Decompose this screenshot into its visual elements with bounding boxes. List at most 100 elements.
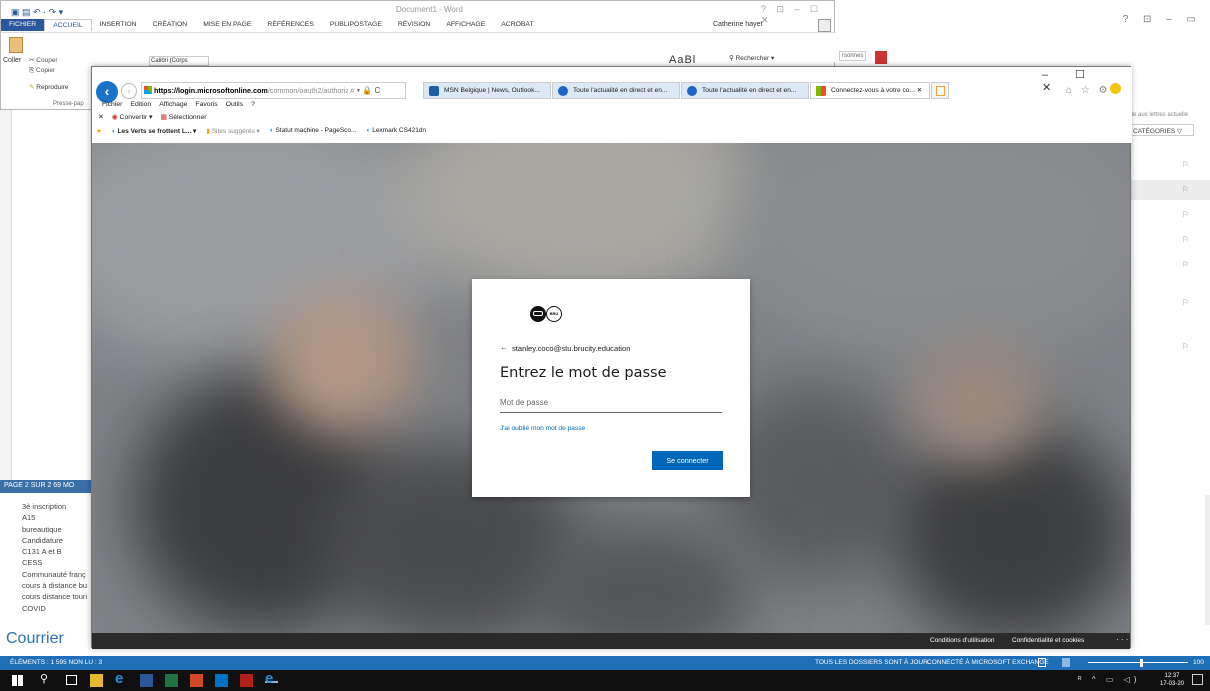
task-view-icon[interactable] xyxy=(66,675,77,685)
outlook-icon[interactable] xyxy=(215,674,228,687)
menu-item[interactable]: Affichage xyxy=(159,101,187,108)
password-field[interactable] xyxy=(500,393,722,413)
coller-button[interactable]: Coller xyxy=(3,57,21,64)
tab-label: Connectez-vous à votre co... ✕ xyxy=(831,87,923,94)
ribbon-tab[interactable]: PUBLIPOSTAGE xyxy=(322,19,390,31)
ribbon-tab[interactable]: ACCUEIL xyxy=(44,19,92,31)
terms-link[interactable]: Conditions d'utilisation xyxy=(930,637,994,644)
flag-icon[interactable]: ⚐ xyxy=(1182,342,1189,351)
styles-gallery[interactable]: AaBl xyxy=(669,54,696,66)
close-icon[interactable]: ✕ xyxy=(98,113,104,121)
privacy-link[interactable]: Confidentialité et cookies xyxy=(1012,637,1084,644)
favorite-lexmark[interactable]: ◐ Lexmark CS421dn xyxy=(366,127,426,135)
favorites-star-icon[interactable]: ★ xyxy=(96,127,102,135)
menu-item[interactable]: Edition xyxy=(130,101,151,108)
system-tray[interactable]: ᴿ ^ ▭ ◁) xyxy=(1078,675,1140,684)
folder-item[interactable]: cours distance touri xyxy=(22,591,92,602)
internet-explorer-icon[interactable]: e xyxy=(115,670,128,687)
tab-actualite-2[interactable]: Toute l'actualité en direct et en... xyxy=(681,82,809,99)
school-logo-icon xyxy=(530,306,546,322)
ribbon-tab[interactable]: MISE EN PAGE xyxy=(195,19,259,31)
copier-button[interactable]: ⎘ Copier xyxy=(29,67,55,75)
internet-explorer-active-icon[interactable]: e xyxy=(265,670,278,687)
quick-access-toolbar[interactable]: ▣ ▤ ↶ · ↷ ▾ xyxy=(11,7,63,18)
menu-item[interactable]: Outils xyxy=(226,101,243,108)
address-controls[interactable]: ⌕ ▾ 🔒 C xyxy=(348,86,383,96)
paste-icon[interactable] xyxy=(9,37,23,53)
forward-button[interactable]: › xyxy=(121,83,137,99)
browser-toolbar-icons[interactable]: ⌂ ☆ ⚙ xyxy=(1066,85,1111,96)
flag-icon[interactable]: ⚐ xyxy=(1182,298,1189,307)
folder-item[interactable]: COVID xyxy=(22,603,92,614)
new-tab-button[interactable] xyxy=(931,82,949,99)
ribbon-tab[interactable]: FICHIER xyxy=(1,19,45,31)
zoom-slider-thumb[interactable] xyxy=(1140,659,1143,667)
powerpoint-icon[interactable] xyxy=(190,674,203,687)
folder-item[interactable]: 3è inscription xyxy=(22,501,92,512)
ribbon-tab[interactable]: AFFICHAGE xyxy=(438,19,493,31)
flag-icon[interactable]: ⚐ xyxy=(1182,260,1189,269)
notifications-icon[interactable] xyxy=(1192,674,1203,685)
tab-connectez-vous[interactable]: Connectez-vous à votre co... ✕ xyxy=(810,82,930,99)
back-arrow-icon[interactable]: ← xyxy=(500,343,508,352)
zoom-slider[interactable] xyxy=(1088,662,1188,663)
tab-actualite-1[interactable]: Toute l'actualité en direct et en... xyxy=(552,82,680,99)
signin-button[interactable]: Se connecter xyxy=(652,451,723,470)
ribbon-tab[interactable]: RÉVISION xyxy=(390,19,438,31)
flag-icon[interactable]: ⚐ xyxy=(1182,210,1189,219)
personnes-button[interactable]: rsonnes xyxy=(839,51,867,61)
more-options-icon[interactable]: · · · xyxy=(1116,635,1128,644)
reproduire-button[interactable]: ✎ Reproduire xyxy=(29,83,68,91)
ribbon-tab[interactable]: RÉFÉRENCES xyxy=(259,19,321,31)
menu-item[interactable]: Fichier xyxy=(102,101,122,108)
avatar[interactable] xyxy=(818,19,831,32)
categories-filter[interactable]: CATÉGORIES ▽ xyxy=(1130,124,1194,136)
folder-item[interactable]: CESS xyxy=(22,557,92,568)
clock[interactable]: 12:37 17-03-20 xyxy=(1160,672,1184,688)
ribbon-tab[interactable]: ACROBAT xyxy=(493,19,541,31)
menu-item[interactable]: ? xyxy=(251,101,255,108)
word-icon[interactable] xyxy=(140,674,153,687)
scrollbar[interactable] xyxy=(1205,495,1210,625)
file-explorer-icon[interactable] xyxy=(90,674,103,687)
browser-chrome: ‹ › https://login.microsoftonline.com/co… xyxy=(92,67,1132,143)
folder-item[interactable]: Communauté franç xyxy=(22,569,92,580)
font-name-box[interactable]: Calibri (Corps xyxy=(149,56,209,66)
folder-item[interactable]: bureautique xyxy=(22,524,92,535)
folder-item[interactable]: C131 A et B xyxy=(22,546,92,557)
message-row-selected[interactable] xyxy=(1128,180,1210,200)
ribbon-tab[interactable]: CRÉATION xyxy=(145,19,196,31)
folder-item[interactable]: cours à distance bu xyxy=(22,580,92,591)
favorite-sites-suggeres[interactable]: ▮ Sites suggérés ▾ xyxy=(206,127,259,135)
tab-msn[interactable]: MSN Belgique | News, Outlook... xyxy=(423,82,551,99)
folder-item[interactable]: A15 xyxy=(22,512,92,523)
convertir-button[interactable]: ◉ Convertir ▾ xyxy=(112,113,153,121)
feedback-smiley-icon[interactable] xyxy=(1110,83,1121,94)
reading-view-icon[interactable] xyxy=(1062,658,1070,667)
acrobat-icon[interactable] xyxy=(240,674,253,687)
forgot-password-link[interactable]: J'ai oublié mon mot de passe xyxy=(500,425,585,432)
windows-start-icon[interactable] xyxy=(12,675,23,686)
office-store-icon[interactable] xyxy=(875,51,887,64)
normal-view-icon[interactable] xyxy=(1038,658,1046,667)
excel-icon[interactable] xyxy=(165,674,178,687)
courrier-nav-label[interactable]: Courrier xyxy=(6,630,64,648)
flag-icon[interactable]: ⚐ xyxy=(1182,235,1189,244)
selectionner-button[interactable]: ▦ Sélectionner xyxy=(160,113,206,121)
items-count: ÉLÉMENTS : 1 595 NON LU : 3 xyxy=(10,659,103,666)
rechercher-button[interactable]: ⚲ Rechercher ▾ xyxy=(729,54,774,62)
folder-item[interactable]: Candidature xyxy=(22,535,92,546)
favorite-les-verts[interactable]: ◐ Les Verts se frottent L... ▾ xyxy=(112,127,197,135)
flag-icon[interactable]: ⚐ xyxy=(1182,185,1189,194)
signin-email: stanley.coco@stu.brucity.education xyxy=(512,344,631,353)
favorite-statut-machine[interactable]: ◐ Statut machine - PageSco... xyxy=(270,127,357,135)
flag-icon[interactable]: ⚐ xyxy=(1182,160,1189,169)
word-user-name[interactable]: Catherine hayet xyxy=(713,21,762,28)
outlook-window-controls[interactable]: ? ⊡ – ▭ xyxy=(1123,14,1202,25)
menu-item[interactable]: Favoris xyxy=(195,101,217,108)
mailbox-search-scope[interactable]: ite aux lettres actuelle xyxy=(1128,110,1210,122)
search-icon[interactable]: ⚲ xyxy=(40,672,53,685)
back-button[interactable]: ‹ xyxy=(96,81,118,103)
couper-button[interactable]: ✂ Couper xyxy=(29,56,58,64)
ribbon-tab[interactable]: INSERTION xyxy=(92,19,145,31)
